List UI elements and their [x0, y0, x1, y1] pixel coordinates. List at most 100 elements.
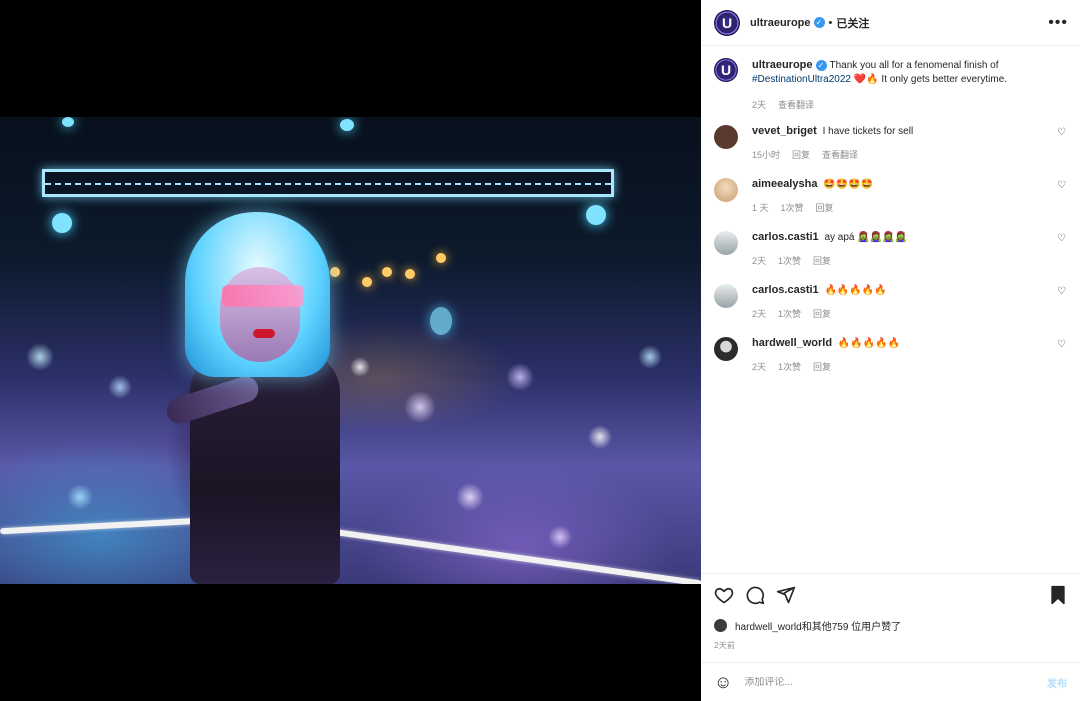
comment-like-heart-icon[interactable]: ♡ [1057, 234, 1067, 244]
comment-likes-count[interactable]: 1次赞 [778, 360, 801, 373]
comment-time: 15小时 [752, 150, 781, 160]
comment-body: 🔥🔥🔥🔥🔥 [824, 285, 887, 296]
comment-text: hardwell_world 🔥🔥🔥🔥🔥 [752, 336, 900, 351]
instagram-post-view: U ultraeurope ✓ • 已关注 ••• U ultraeurope ✓… [0, 0, 1080, 701]
comment-text: carlos.casti1 🔥🔥🔥🔥🔥 [752, 283, 887, 298]
comments-list[interactable]: U ultraeurope ✓ Thank you all for a fenome… [701, 46, 1080, 573]
comment-time: 1 天 [752, 203, 769, 213]
caption-text: ultraeurope ✓ Thank you all for a fenomena… [752, 58, 1007, 87]
hashtag-link[interactable]: #DestinationUltra2022 [752, 74, 851, 85]
comment-body: 🤩🤩🤩🤩 [823, 179, 874, 190]
caption-emojis: ❤️🔥 [853, 74, 879, 85]
comment-like-heart-icon[interactable]: ♡ [1057, 128, 1067, 138]
comment-avatar[interactable] [714, 178, 738, 202]
likes-summary[interactable]: hardwell_world和其他759 位用户赞了 [714, 618, 1067, 633]
verified-badge-icon: ✓ [815, 59, 827, 71]
comment-body: 🔥🔥🔥🔥🔥 [837, 338, 901, 349]
add-comment-bar: ☺ 发布 [701, 662, 1080, 701]
verified-badge-icon: ✓ [813, 17, 825, 28]
comment-text: carlos.casti1 ay apá 🧟‍♀️🧟‍♀️🧟‍♀️🧟‍♀️ [752, 230, 907, 245]
crowd [0, 297, 701, 584]
comment-time: 2天 [752, 362, 767, 372]
comment-username[interactable]: carlos.casti1 [752, 284, 819, 296]
like-heart-icon[interactable] [714, 585, 734, 605]
comment-username[interactable]: aimeealysha [752, 178, 817, 190]
post-date: 2天前 [714, 641, 736, 650]
caption-body: Thank you all for a fenomenal finish of [829, 60, 999, 71]
bulb-light [362, 277, 372, 287]
action-buttons-row [714, 574, 1067, 616]
stage-truss [42, 169, 614, 197]
bulb-light [330, 267, 340, 277]
caption-meta: 2天 查看翻译 [752, 98, 1007, 111]
comment-time: 2天 [752, 309, 767, 319]
bulb-light [405, 269, 415, 279]
stage-light [340, 119, 354, 131]
comment-avatar[interactable] [714, 231, 738, 255]
emoji-picker-icon[interactable]: ☺ [714, 673, 732, 691]
comment-row: vevet_briget I have tickets for sell 15小… [714, 124, 1067, 161]
comment-row: carlos.casti1 🔥🔥🔥🔥🔥 2天 1次赞 回复 ♡ [714, 283, 1067, 320]
comment-row: hardwell_world 🔥🔥🔥🔥🔥 2天 1次赞 回复 ♡ [714, 336, 1067, 373]
comment-text: aimeealysha 🤩🤩🤩🤩 [752, 177, 873, 192]
reply-button[interactable]: 回复 [813, 360, 831, 373]
comment-username[interactable]: vevet_briget [752, 125, 817, 137]
more-options-icon[interactable]: ••• [1048, 14, 1068, 32]
comment-meta: 15小时 回复 查看翻译 [752, 148, 913, 161]
comment-like-heart-icon[interactable]: ♡ [1057, 181, 1067, 191]
reply-button[interactable]: 回复 [816, 201, 834, 214]
stage-light [52, 213, 72, 233]
comment-meta: 2天 1次赞 回复 [752, 254, 907, 267]
liker-avatar[interactable] [714, 619, 727, 632]
bulb-light [436, 253, 446, 263]
comment-username[interactable]: hardwell_world [752, 337, 832, 349]
comment-body: I have tickets for sell [822, 126, 914, 137]
reply-button[interactable]: 回复 [813, 307, 831, 320]
post-side-panel: U ultraeurope ✓ • 已关注 ••• U ultraeurope ✓… [701, 0, 1080, 701]
share-send-icon[interactable] [776, 585, 796, 605]
stage-light [586, 205, 606, 225]
dancer-lips [253, 329, 275, 338]
comment-like-heart-icon[interactable]: ♡ [1057, 287, 1067, 297]
author-avatar[interactable]: U [714, 9, 740, 36]
comment-avatar[interactable] [714, 284, 738, 308]
comment-bubble-icon[interactable] [745, 585, 765, 605]
comment-meta: 1 天 1次赞 回复 [752, 201, 873, 214]
stage-light [62, 117, 74, 127]
author-username[interactable]: ultraeurope [750, 17, 811, 29]
reply-button[interactable]: 回复 [813, 254, 831, 267]
caption-body-end: It only gets better everytime. [881, 74, 1008, 85]
comment-input[interactable] [744, 676, 1047, 688]
follow-status-button[interactable]: 已关注 [836, 15, 869, 31]
reply-button[interactable]: 回复 [792, 148, 810, 161]
post-comment-button[interactable]: 发布 [1047, 675, 1067, 690]
translate-button[interactable]: 查看翻译 [822, 148, 858, 161]
save-bookmark-icon[interactable] [1049, 585, 1067, 605]
post-media-area [0, 0, 701, 701]
comment-avatar[interactable] [714, 337, 738, 361]
comment-meta: 2天 1次赞 回复 [752, 360, 900, 373]
comment-text: vevet_briget I have tickets for sell [752, 124, 913, 139]
comment-time: 2天 [752, 256, 767, 266]
comment-likes-count[interactable]: 1次赞 [778, 307, 801, 320]
post-actions: hardwell_world和其他759 位用户赞了 2天前 [701, 573, 1080, 663]
post-photo[interactable] [0, 117, 701, 584]
comment-meta: 2天 1次赞 回复 [752, 307, 887, 320]
bulb-light [382, 267, 392, 277]
dancer-face [220, 267, 300, 362]
post-header: U ultraeurope ✓ • 已关注 ••• [701, 0, 1080, 46]
separator-dot: • [828, 16, 833, 29]
caption-username[interactable]: ultraeurope [752, 59, 813, 71]
comment-like-heart-icon[interactable]: ♡ [1057, 340, 1067, 350]
caption-row: U ultraeurope ✓ Thank you all for a fenome… [714, 58, 1067, 111]
caption-avatar[interactable]: U [714, 58, 738, 82]
translate-button[interactable]: 查看翻译 [778, 98, 814, 111]
comment-row: carlos.casti1 ay apá 🧟‍♀️🧟‍♀️🧟‍♀️🧟‍♀️ 2天… [714, 230, 1067, 267]
dancer-glasses [222, 285, 304, 307]
liked-by-text[interactable]: hardwell_world和其他759 位用户赞了 [735, 618, 901, 633]
comment-username[interactable]: carlos.casti1 [752, 231, 819, 243]
comment-avatar[interactable] [714, 125, 738, 149]
comment-likes-count[interactable]: 1次赞 [781, 201, 804, 214]
comment-likes-count[interactable]: 1次赞 [778, 254, 801, 267]
caption-time: 2天 [752, 100, 767, 110]
